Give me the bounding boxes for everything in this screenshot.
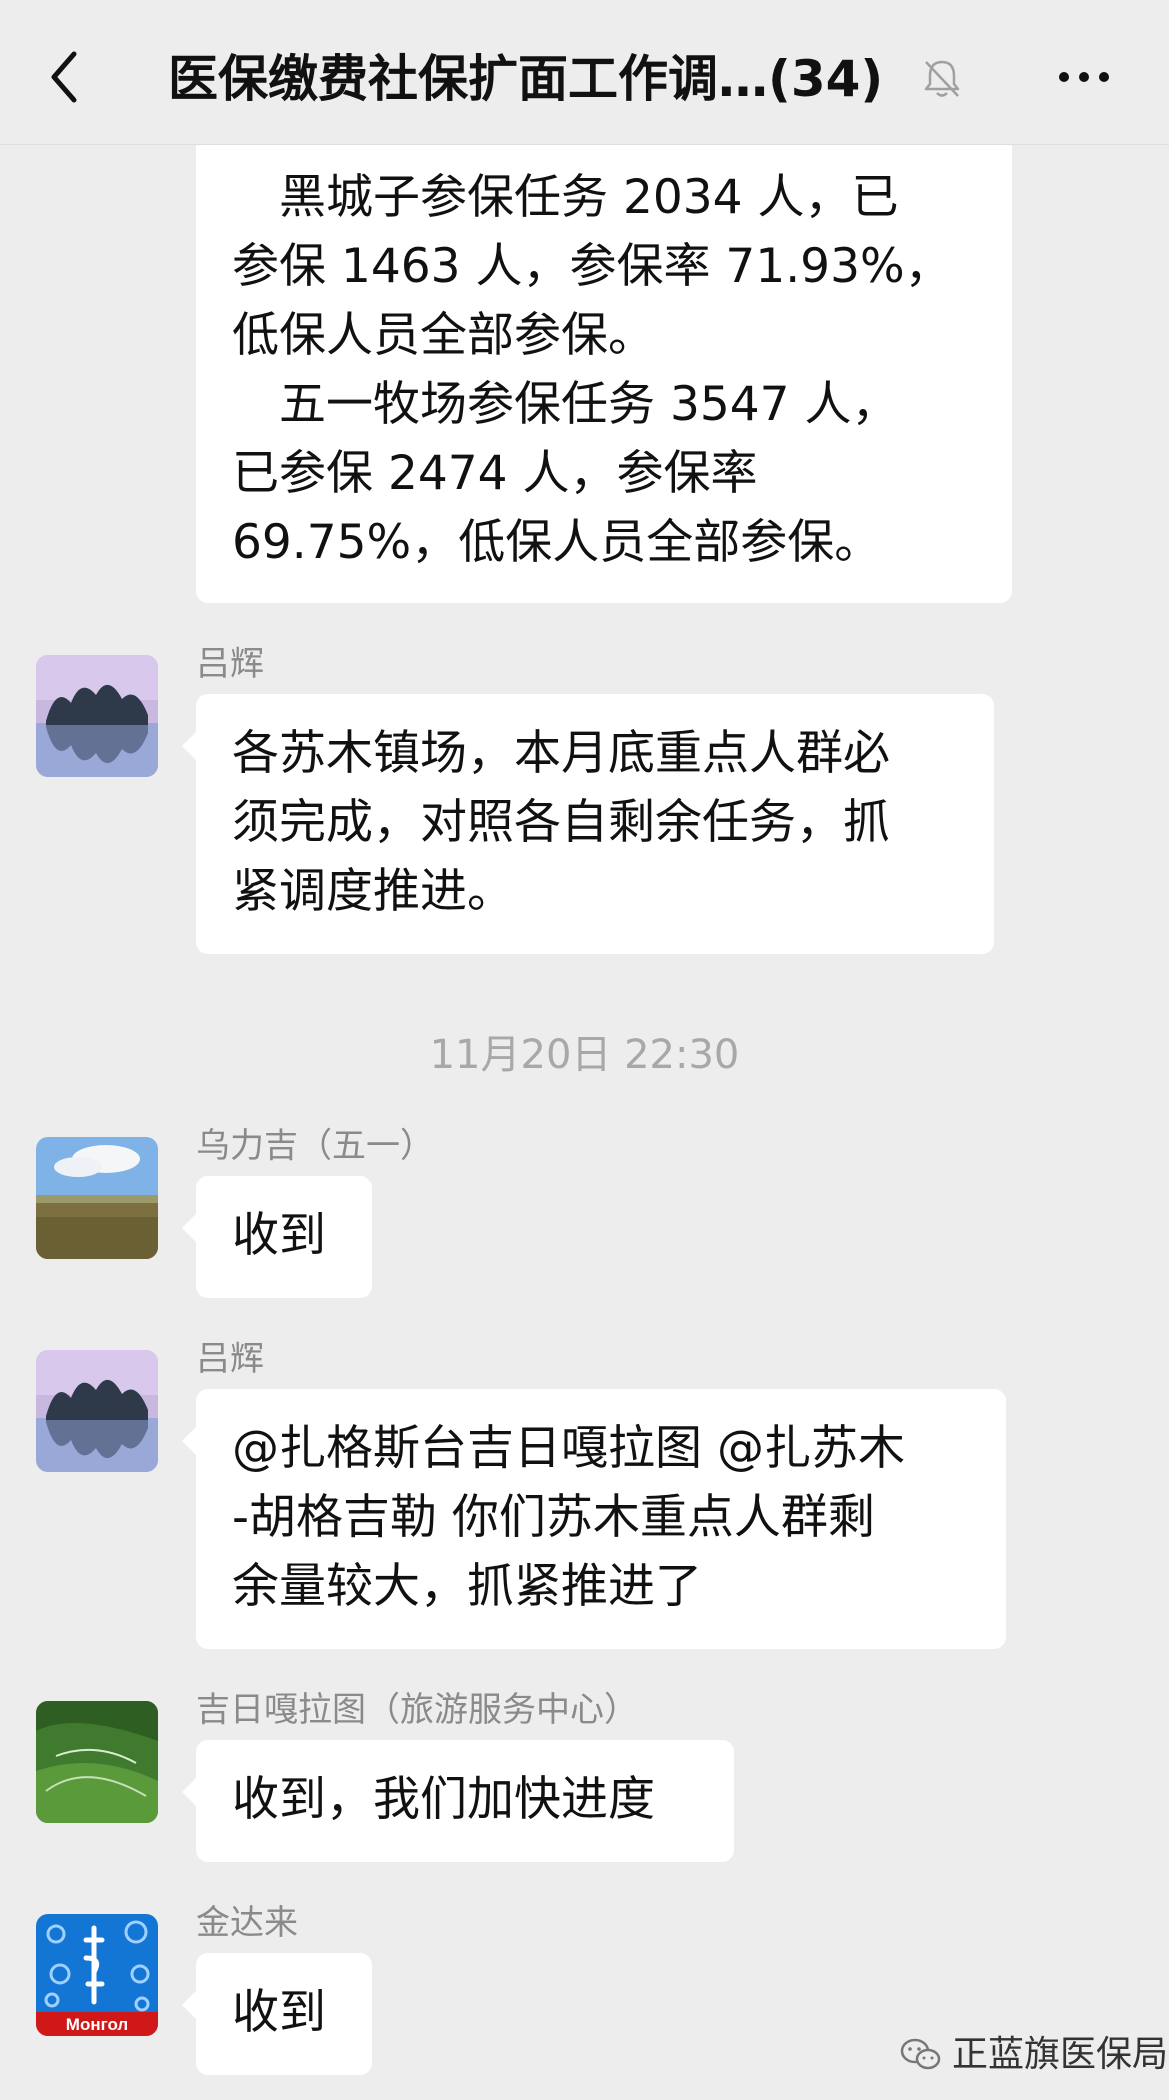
watermark-text: 正蓝旗医保局 (952, 2034, 1169, 2075)
sender-name: 吉日嘎拉图（旅游服务中心） (196, 1690, 638, 1730)
message-line: 紧调度推进。 (232, 864, 514, 919)
message-bubble[interactable]: 各苏木镇场，本月底重点人群必 须完成，对照各自剩余任务，抓 紧调度推进。 (182, 694, 994, 954)
avatar[interactable]: Монгол (36, 1914, 158, 2036)
message-line: 低保人员全部参保。 (232, 308, 655, 363)
message-bubble[interactable]: 黑城子参保任务 2034 人，已 参保 1463 人，参保率 71.93%， 低… (196, 115, 1012, 603)
avatar[interactable] (36, 655, 158, 777)
message-bubble[interactable]: 收到 (182, 1953, 372, 2075)
bell-muted-icon (924, 60, 960, 97)
avatar[interactable] (36, 1350, 158, 1472)
chevron-left-icon[interactable] (40, 40, 90, 110)
message-line: -胡格吉勒 你们苏木重点人群剩 (232, 1490, 875, 1545)
avatar[interactable] (36, 1701, 158, 1823)
group-name: 医保缴费社保扩面工作调… (168, 50, 768, 108)
sender-name: 吕辉 (196, 644, 264, 684)
avatar-label: Монгол (66, 2015, 128, 2034)
message-line: 参保 1463 人，参保率 71.93%， (232, 239, 952, 294)
message-line: 须完成，对照各自剩余任务，抓 (232, 795, 890, 850)
message-line: 五一牧场参保任务 3547 人， (232, 377, 899, 432)
watermark: 正蓝旗医保局 (900, 2030, 1168, 2080)
sender-name: 乌力吉（五一） (196, 1126, 434, 1166)
message-bubble[interactable]: 收到 (182, 1176, 372, 1298)
message-bubble[interactable]: 收到，我们加快进度 (182, 1740, 734, 1862)
message-line: 余量较大，抓紧推进了 (232, 1559, 702, 1614)
wechat-icon (900, 2038, 941, 2070)
more-dots-icon[interactable] (1054, 62, 1114, 92)
timestamp: 11月20日 22:30 (429, 1032, 740, 1078)
chat-area[interactable]: 黑城子参保任务 2034 人，已 参保 1463 人，参保率 71.93%， 低… (0, 0, 1169, 2100)
message-line: 黑城子参保任务 2034 人，已 (232, 170, 899, 225)
message-bubble[interactable]: @扎格斯台吉日嘎拉图 @扎苏木 -胡格吉勒 你们苏木重点人群剩 余量较大，抓紧推… (182, 1389, 1006, 1649)
message-line: @扎格斯台吉日嘎拉图 @扎苏木 (232, 1421, 905, 1476)
chat-title[interactable]: 医保缴费社保扩面工作调…(34) (168, 44, 928, 114)
avatar[interactable] (36, 1137, 158, 1259)
sender-name: 吕辉 (196, 1339, 264, 1379)
message-line: 各苏木镇场，本月底重点人群必 (232, 726, 890, 781)
message-line: 已参保 2474 人，参保率 (232, 446, 758, 501)
chat-header: 医保缴费社保扩面工作调…(34) (0, 0, 1169, 145)
message-line: 收到 (232, 1985, 326, 2040)
message-line: 收到 (232, 1208, 326, 1263)
sender-name: 金达来 (196, 1903, 298, 1943)
message-line: 69.75%，低保人员全部参保。 (232, 515, 882, 570)
message-line: 收到，我们加快进度 (232, 1772, 655, 1827)
member-count: (34) (768, 50, 884, 108)
